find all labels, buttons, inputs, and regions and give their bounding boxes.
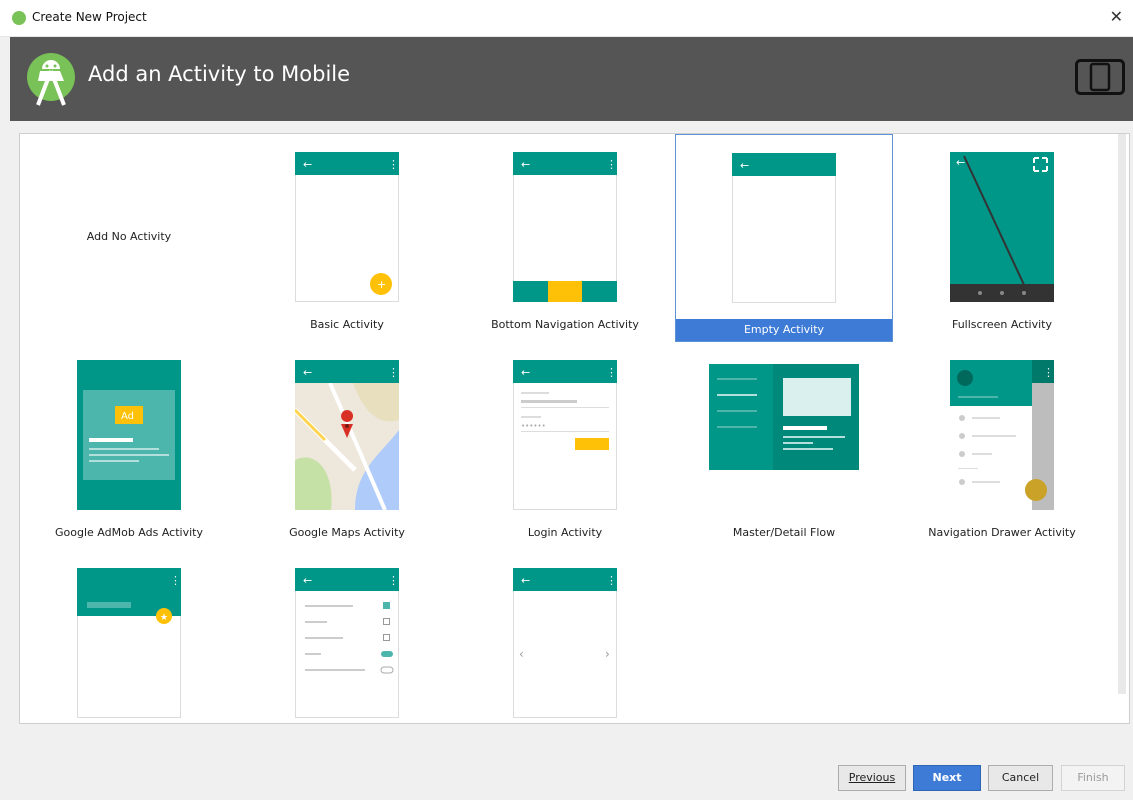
template-thumbnail: ⋮ bbox=[893, 342, 1111, 514]
empty-activity-thumbnail: ← bbox=[732, 153, 836, 303]
google-maps-thumbnail: ← ⋮ bbox=[295, 360, 399, 510]
svg-text:★: ★ bbox=[160, 613, 168, 623]
android-studio-icon bbox=[12, 11, 26, 25]
template-thumbnail: ← bbox=[893, 134, 1111, 306]
svg-text:←: ← bbox=[521, 158, 530, 171]
template-label: Empty Activity bbox=[676, 319, 892, 341]
template-label: Master/Detail Flow bbox=[732, 526, 836, 539]
svg-text:←: ← bbox=[956, 156, 965, 169]
template-thumbnail: ← bbox=[676, 135, 892, 307]
template-gallery: Add No Activity ← ⋮ + Basic Activity ← ⋮ bbox=[19, 133, 1130, 724]
template-label: Add No Activity bbox=[86, 230, 172, 243]
page-title: Add an Activity to Mobile bbox=[88, 62, 351, 86]
svg-text:⋮: ⋮ bbox=[606, 158, 617, 171]
template-bottom-navigation-activity[interactable]: ← ⋮ Bottom Navigation Activity bbox=[456, 134, 674, 342]
tabbed-activity-thumbnail: ← ⋮ ‹ › bbox=[513, 568, 617, 718]
settings-activity-thumbnail: ← ⋮ bbox=[295, 568, 399, 718]
scrolling-activity-thumbnail: ⋮ ★ bbox=[77, 568, 181, 718]
template-google-admob-ads-activity[interactable]: Ad Google AdMob Ads Activity bbox=[20, 342, 238, 550]
cancel-button[interactable]: Cancel bbox=[988, 765, 1053, 791]
svg-text:⋮: ⋮ bbox=[606, 574, 617, 587]
template-label: Google AdMob Ads Activity bbox=[55, 526, 203, 539]
svg-text:›: › bbox=[605, 647, 610, 661]
template-login-activity[interactable]: ← ⋮ •••••• Login Activity bbox=[456, 342, 674, 550]
svg-text:⋮: ⋮ bbox=[170, 574, 181, 587]
template-thumbnail bbox=[675, 342, 893, 514]
template-navigation-drawer-activity[interactable]: ⋮ Navigation Drawer Activity bbox=[893, 342, 1111, 550]
close-icon[interactable]: ✕ bbox=[1110, 7, 1123, 26]
template-tabbed-activity[interactable]: ← ⋮ ‹ › bbox=[456, 550, 674, 723]
phone-tablet-icon bbox=[1075, 59, 1125, 95]
svg-text:←: ← bbox=[521, 366, 530, 379]
template-thumbnail: ← ⋮ ‹ › bbox=[456, 550, 674, 722]
svg-text:⋮: ⋮ bbox=[388, 366, 399, 379]
admob-thumbnail: Ad bbox=[77, 360, 181, 510]
previous-button[interactable]: Previous bbox=[838, 765, 906, 791]
template-label: Login Activity bbox=[527, 526, 603, 539]
template-thumbnail: ⋮ ★ bbox=[20, 550, 238, 722]
navigation-drawer-thumbnail: ⋮ bbox=[950, 360, 1054, 510]
window-title: Create New Project bbox=[32, 10, 147, 24]
template-empty-activity[interactable]: ← Empty Activity bbox=[675, 134, 893, 342]
svg-text:⋮: ⋮ bbox=[388, 574, 399, 587]
fullscreen-activity-thumbnail: ← bbox=[950, 152, 1054, 302]
template-thumbnail: ← ⋮ bbox=[238, 342, 456, 514]
template-master-detail-flow[interactable]: Master/Detail Flow bbox=[675, 342, 893, 550]
template-thumbnail: ← ⋮ bbox=[456, 134, 674, 306]
template-google-maps-activity[interactable]: ← ⋮ Google Maps Activity bbox=[238, 342, 456, 550]
next-button[interactable]: Next bbox=[913, 765, 981, 791]
template-thumbnail: ← ⋮ •••••• bbox=[456, 342, 674, 514]
svg-text:←: ← bbox=[303, 574, 312, 587]
template-label: Basic Activity bbox=[310, 318, 384, 331]
template-label: Navigation Drawer Activity bbox=[928, 526, 1076, 539]
svg-text:••••••: •••••• bbox=[521, 422, 546, 430]
bottom-navigation-thumbnail: ← ⋮ bbox=[513, 152, 617, 302]
svg-text:⋮: ⋮ bbox=[1043, 366, 1054, 379]
svg-text:⋮: ⋮ bbox=[388, 158, 399, 171]
template-fullscreen-activity[interactable]: ← Fullscreen Activity bbox=[893, 134, 1111, 342]
gallery-scrollbar[interactable] bbox=[1118, 134, 1126, 694]
wizard-header: Add an Activity to Mobile bbox=[10, 37, 1133, 121]
template-basic-activity[interactable]: ← ⋮ + Basic Activity bbox=[238, 134, 456, 342]
finish-button: Finish bbox=[1061, 765, 1125, 791]
template-thumbnail: ← ⋮ bbox=[238, 550, 456, 722]
template-thumbnail: ← ⋮ + bbox=[238, 134, 456, 306]
svg-text:←: ← bbox=[303, 366, 312, 379]
ad-badge-text: Ad bbox=[121, 411, 134, 422]
template-add-no-activity[interactable]: Add No Activity bbox=[20, 134, 238, 342]
svg-text:←: ← bbox=[521, 574, 530, 587]
previous-button-label: Previous bbox=[848, 771, 896, 784]
basic-activity-thumbnail: ← ⋮ + bbox=[295, 152, 399, 302]
svg-text:+: + bbox=[377, 278, 386, 291]
template-label: Google Maps Activity bbox=[289, 526, 405, 539]
master-detail-thumbnail bbox=[709, 364, 859, 470]
title-bar: Create New Project ✕ bbox=[0, 0, 1133, 37]
template-label: Bottom Navigation Activity bbox=[491, 318, 639, 331]
template-settings-activity[interactable]: ← ⋮ bbox=[238, 550, 456, 723]
svg-text:⋮: ⋮ bbox=[606, 366, 617, 379]
svg-text:‹: ‹ bbox=[519, 647, 524, 661]
svg-text:←: ← bbox=[303, 158, 312, 171]
svg-text:←: ← bbox=[740, 159, 749, 172]
android-studio-logo bbox=[27, 53, 75, 106]
template-thumbnail: Ad bbox=[20, 342, 238, 514]
template-scrolling-activity[interactable]: ⋮ ★ bbox=[20, 550, 238, 723]
login-activity-thumbnail: ← ⋮ •••••• bbox=[513, 360, 617, 510]
template-label: Fullscreen Activity bbox=[951, 318, 1052, 331]
